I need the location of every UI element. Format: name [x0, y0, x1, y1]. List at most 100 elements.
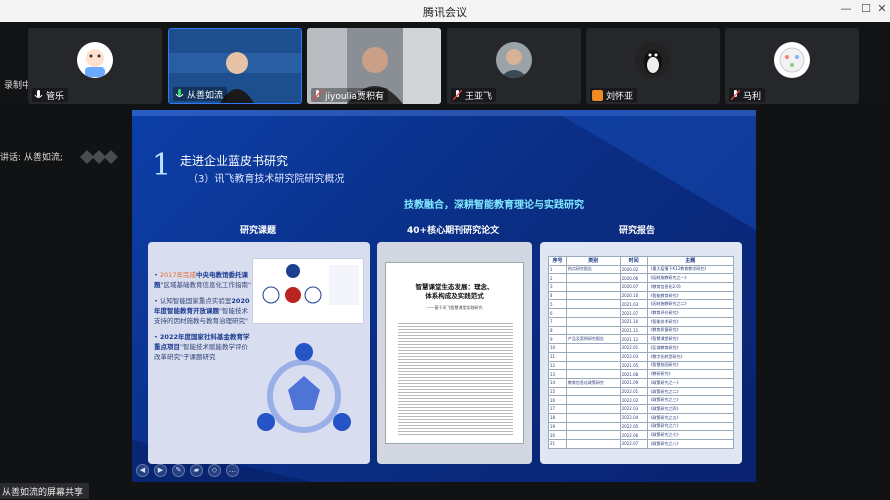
table-cell: 16: [548, 395, 567, 406]
participant-tile-6[interactable]: 马利: [725, 28, 859, 104]
table-cell: 《教育信息化2.0》: [646, 282, 735, 292]
table-row: 12 2021.05 《智慧校园研究》: [548, 360, 735, 371]
meeting-logo-icon: [80, 150, 118, 164]
cartoon-avatar-icon: [774, 42, 810, 78]
paper-thumbnail: 智慧课堂生态发展：理念、 体系构成及实践范式 ——基于讯飞智慧课堂实践研究: [385, 262, 524, 444]
participant-strip: 录制中 管乐 从善如流 jiyoulia贾积有 王亚飞 刘怀亚 马利: [0, 22, 890, 106]
table-row: 18 2022.04 《政策研究之五》: [548, 412, 735, 423]
table-header-cell: 序号: [548, 256, 567, 266]
table-cell: 2021.07: [619, 308, 648, 318]
paper-subtitle: ——基于讯飞智慧课堂实践研究: [426, 305, 483, 310]
table-cell: [565, 299, 621, 310]
table-cell: [565, 438, 621, 450]
speaking-indicator: 讲话: 从善如流;: [0, 153, 63, 163]
mic-muted-icon: [453, 89, 462, 100]
table-cell: [565, 351, 621, 362]
table-header-cell: 时间: [619, 256, 648, 266]
table-row: 6 2021.07 《教育评价研究》: [548, 308, 735, 318]
table-cell: 2022.02: [619, 395, 648, 406]
table-cell: 2020.10: [619, 290, 648, 301]
slide-title: 走进企业蓝皮书研究: [180, 154, 289, 168]
mic-muted-icon: [313, 89, 322, 100]
table-cell: [565, 412, 621, 423]
table-cell: 《政策研究之七》: [646, 430, 735, 440]
table-cell: 21: [548, 438, 567, 450]
table-cell: 14: [548, 377, 567, 388]
close-icon[interactable]: ✕: [874, 2, 890, 15]
table-row: 5 2021.03 《因材施教研究之二》: [548, 299, 735, 310]
table-cell: [565, 343, 621, 353]
participant-name: 从善如流: [173, 87, 228, 101]
table-row: 14 教育信息化政策研究 2021.09 《政策研究之一》: [548, 377, 735, 388]
participant-name: 刘怀亚: [590, 88, 638, 102]
participant-tile-4[interactable]: 王亚飞: [447, 28, 581, 104]
table-cell: 1: [548, 264, 567, 275]
table-cell: 2021.03: [619, 299, 648, 310]
table-cell: [565, 386, 621, 397]
table-cell: 2022.04: [619, 412, 648, 423]
table-cell: 4: [548, 290, 567, 301]
table-cell: 《智慧课堂研究》: [646, 334, 735, 345]
topic-bullets: • 2017年完成中央电教馆委托课题"区域基础教育信息化工作指南" • 认知智能…: [154, 270, 254, 368]
table-cell: 2: [548, 273, 567, 284]
participant-name: 王亚飞: [451, 88, 497, 102]
maximize-icon[interactable]: ☐: [858, 2, 874, 15]
table-cell: 2022.03: [619, 404, 648, 414]
section-number: 1: [152, 148, 172, 183]
slide-headline: 技教融合，深耕智能教育理论与实践研究: [404, 200, 584, 211]
eraser-icon[interactable]: ◇: [208, 464, 221, 477]
prev-slide-icon[interactable]: ◀: [136, 464, 149, 477]
table-cell: 《政策研究之四》: [646, 404, 735, 414]
table-cell: [565, 369, 621, 379]
column-heading-topics: 研究课题: [240, 226, 277, 236]
minimize-icon[interactable]: —: [838, 2, 854, 15]
participant-tile-1[interactable]: 管乐: [28, 28, 162, 104]
table-cell: 《政策研究之三》: [646, 395, 735, 406]
table-cell: 2021.08: [619, 369, 648, 379]
participant-tile-3[interactable]: jiyoulia贾积有: [307, 28, 441, 104]
table-cell: 《因材施教研究之一》: [646, 273, 735, 284]
table-cell: 《政策研究之一》: [646, 377, 735, 388]
participant-tile-5[interactable]: 刘怀亚: [586, 28, 720, 104]
table-cell: 2022.01: [619, 343, 648, 353]
table-cell: 20: [548, 430, 567, 440]
table-row: 2 2020.06 《因材施教研究之一》: [548, 273, 735, 284]
table-cell: 热点研究报告: [565, 264, 621, 275]
table-cell: 13: [548, 369, 567, 379]
participant-tile-2[interactable]: 从善如流: [168, 28, 302, 104]
shared-slide: 1 走进企业蓝皮书研究 （3）讯飞教育技术研究院研究概况 技教融合，深耕智能教育…: [132, 110, 756, 482]
window-titlebar: 腾讯会议 — ☐ ✕: [0, 0, 890, 22]
more-options-icon[interactable]: …: [226, 464, 239, 477]
table-cell: 8: [548, 325, 567, 336]
table-cell: [565, 421, 621, 432]
table-cell: 9: [548, 334, 567, 345]
framework-cycle-diagram: [257, 343, 351, 433]
next-slide-icon[interactable]: ▶: [154, 464, 167, 477]
topic-item: • 认知智能国家重点实验室2020年度智能教育开放课题"智能技术支持的因材施教与…: [154, 297, 250, 325]
column-heading-papers: 40+核心期刊研究论文: [407, 226, 500, 236]
mic-muted-icon: [731, 89, 740, 100]
table-row: 16 2022.02 《政策研究之三》: [548, 395, 735, 406]
table-cell: 《因材施教研究之二》: [646, 299, 735, 310]
table-cell: 《智能技术研究》: [646, 316, 735, 327]
table-cell: 7: [548, 316, 567, 327]
table-cell: 3: [548, 282, 567, 292]
table-cell: 2022.01: [619, 386, 648, 397]
penguin-avatar-icon: [635, 42, 671, 78]
table-row: 9 产品及案例研究报告 2021.12 《智慧课堂研究》: [548, 334, 735, 345]
table-row: 17 2022.03 《政策研究之四》: [548, 404, 735, 414]
table-cell: 《政策研究之六》: [646, 421, 735, 432]
topic-item: • 2017年完成中央电教馆委托课题"区域基础教育信息化工作指南": [154, 271, 251, 289]
highlighter-icon[interactable]: ▰: [190, 464, 203, 477]
table-cell: 《教研研究》: [646, 369, 735, 379]
pen-icon[interactable]: ✎: [172, 464, 185, 477]
table-cell: 2021.10: [619, 316, 648, 327]
paper-body-text: [398, 321, 513, 435]
table-cell: 《教育评价研究》: [646, 308, 735, 318]
research-reports-panel: 序号 类别 时间 主题 1 热点研究报告 2020.02 《重大疫情下K12教育教学研究》 2…: [540, 242, 742, 464]
participant-name: jiyoulia贾积有: [311, 88, 389, 102]
table-cell: 17: [548, 404, 567, 414]
journal-papers-panel: 智慧课堂生态发展：理念、 体系构成及实践范式 ——基于讯飞智慧课堂实践研究: [377, 242, 532, 464]
table-row: 20 2022.06 《政策研究之七》: [548, 430, 735, 440]
table-row: 15 2022.01 《政策研究之二》: [548, 386, 735, 397]
